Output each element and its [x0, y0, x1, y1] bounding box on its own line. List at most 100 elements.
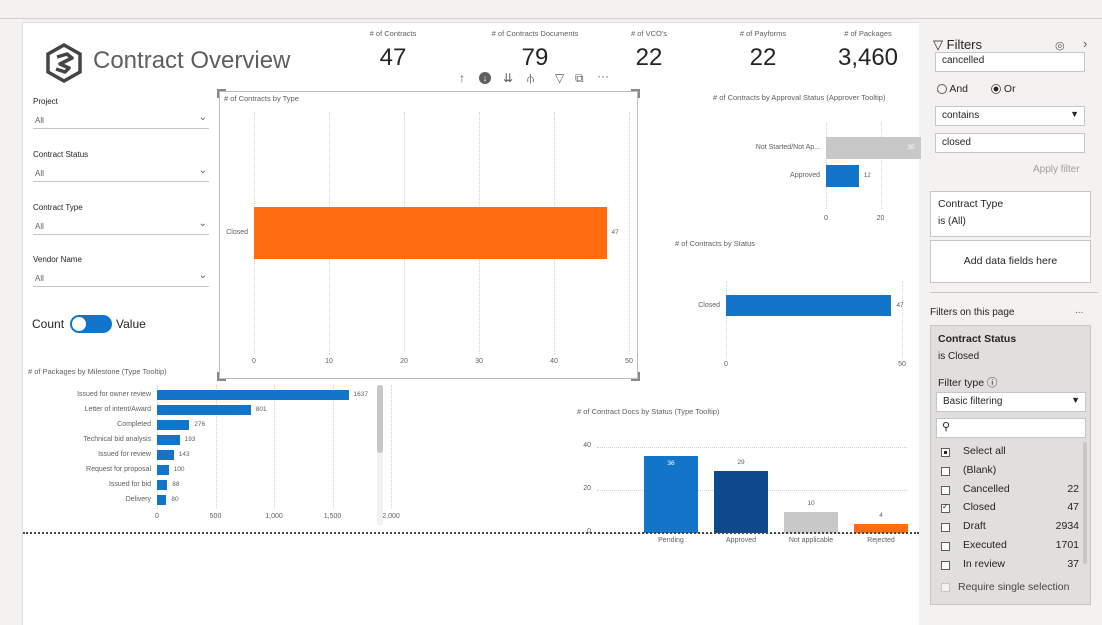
- card-documents-label: # of Contracts Documents: [491, 29, 579, 38]
- contract-type-filter-card[interactable]: Contract Type is (All): [930, 191, 1091, 237]
- filter-icon[interactable]: ▽: [555, 71, 564, 85]
- card-contracts-label: # of Contracts: [369, 29, 417, 38]
- filter-value-item[interactable]: Draft 2934: [941, 520, 1091, 536]
- filter-value-label: In review: [963, 557, 1006, 570]
- filter-value-item[interactable]: (Blank): [941, 464, 1091, 480]
- resize-handle[interactable]: [217, 89, 226, 98]
- resize-handle[interactable]: [217, 372, 226, 381]
- filter-value: closed: [942, 137, 971, 148]
- checkbox[interactable]: [941, 582, 950, 592]
- apply-filter-button[interactable]: Apply filter: [1033, 164, 1080, 175]
- slicer-status-dropdown[interactable]: All ⌄: [33, 165, 209, 182]
- filter-search-input[interactable]: ⚲: [936, 418, 1086, 438]
- filters-title: Filters: [946, 37, 983, 52]
- checkbox[interactable]: [941, 542, 950, 551]
- expand-down-icon[interactable]: ⇊: [503, 71, 513, 85]
- checkbox[interactable]: [941, 560, 950, 570]
- slicer-project-dropdown[interactable]: All ⌄: [33, 112, 209, 129]
- chart-docs-by-status[interactable]: 0 20 40 36 Pending 29 Approved 10 Not applicable…: [577, 421, 911, 544]
- data-label: 10: [807, 499, 815, 507]
- y-category-label: Issued for review: [98, 451, 151, 458]
- x-tick-label: 0: [724, 361, 728, 368]
- slicer-vendor-label: Vendor Name: [33, 255, 82, 264]
- chart-packages-by-milestone[interactable]: 0 500 1,000 1,500 2,000 Issued for owner revi…: [28, 385, 400, 525]
- card-vcos-label: # of VCO's: [630, 29, 668, 38]
- filter-value-item[interactable]: Select all: [941, 445, 1091, 461]
- card-contracts-value: 47: [379, 44, 407, 71]
- bar: [157, 450, 174, 460]
- chart-scrollbar[interactable]: [377, 385, 383, 525]
- drill-down-icon[interactable]: ↓: [479, 72, 491, 84]
- bar: [157, 495, 167, 505]
- require-single-selection[interactable]: Require single selection: [941, 581, 1069, 593]
- filter-value-item[interactable]: ✓ Closed 47: [941, 501, 1091, 517]
- focus-mode-icon[interactable]: ⧉: [575, 71, 584, 86]
- x-tick-label: 500: [209, 513, 222, 520]
- add-data-fields-dropzone[interactable]: Add data fields here: [930, 240, 1091, 283]
- or-radio[interactable]: Or: [991, 83, 1016, 95]
- report-canvas: Contract Overview # of Contracts 47 # of…: [22, 22, 939, 625]
- card-documents-value: 79: [521, 44, 549, 71]
- filter-type-select[interactable]: Basic filtering ▼: [936, 392, 1086, 412]
- data-label: 143: [178, 451, 190, 458]
- and-label: And: [949, 83, 969, 95]
- chart-approval-status[interactable]: 02040Not Started/Not Ap...35Approved12: [713, 123, 939, 233]
- gridline: [391, 385, 392, 509]
- filter-value-count: 1701: [1055, 539, 1079, 551]
- slicer-vendor-value: All: [35, 274, 44, 283]
- filter-value-item[interactable]: Cancelled 22: [941, 483, 1091, 499]
- dropdown-arrow-icon: ▼: [1071, 395, 1080, 405]
- slicer-project-label: Project: [33, 97, 58, 106]
- section-more-icon[interactable]: ...: [1075, 305, 1083, 316]
- data-label: 29: [737, 458, 745, 466]
- filter-value-item[interactable]: In review 37: [941, 558, 1091, 574]
- resize-handle[interactable]: [631, 89, 640, 98]
- resize-handle[interactable]: [631, 372, 640, 381]
- eye-icon[interactable]: ◎: [1055, 39, 1065, 52]
- filter-type-text: Filter type: [938, 377, 985, 389]
- hierarchy-icon[interactable]: ⫛: [527, 71, 534, 86]
- card-vcos-value: 22: [635, 44, 663, 71]
- x-tick-label: 10: [325, 358, 333, 365]
- data-label: 801: [255, 406, 267, 413]
- page-break-line: [23, 532, 919, 534]
- gridline: [157, 385, 158, 509]
- gridline: [629, 112, 630, 354]
- bar: [644, 455, 698, 533]
- slicer-project-value: All: [35, 116, 44, 125]
- more-options-icon[interactable]: ···: [597, 69, 609, 83]
- filter-value-input[interactable]: closed: [935, 133, 1085, 153]
- checkbox[interactable]: [941, 448, 950, 457]
- checkbox[interactable]: ✓: [941, 502, 950, 514]
- collapse-chevron-icon[interactable]: ›: [1083, 36, 1087, 51]
- checkbox[interactable]: [941, 485, 950, 495]
- x-tick-label: 1,000: [265, 513, 283, 520]
- contract-status-filter-card[interactable]: Contract Status is Closed Filter type ⓘ …: [930, 325, 1091, 605]
- chart-contracts-by-status[interactable]: 0 50 Closed 47: [673, 281, 906, 371]
- count-value-toggle[interactable]: [70, 315, 112, 333]
- add-fields-text: Add data fields here: [963, 255, 1058, 267]
- filters-header: ▽ Filters: [933, 37, 982, 53]
- check-icon: ✓: [942, 502, 949, 512]
- checkbox[interactable]: [941, 466, 950, 476]
- operator-select[interactable]: contains ▼: [935, 106, 1085, 126]
- filter-value-label: Cancelled: [963, 482, 1010, 495]
- filter-value-item[interactable]: Executed 1701: [941, 539, 1091, 555]
- arrow-up-icon[interactable]: ↑: [459, 71, 465, 85]
- chart-status-title: # of Contracts by Status: [675, 239, 756, 248]
- radio-circle-selected: [991, 84, 1001, 95]
- filter-search-input-top[interactable]: cancelled: [935, 52, 1085, 72]
- scrollbar-thumb[interactable]: [377, 385, 383, 453]
- contract-status-filter-state: is Closed: [938, 351, 980, 362]
- chart-contracts-by-type[interactable]: # of Contracts by Type 0 10 20 30 40 50 Closed…: [217, 89, 640, 381]
- info-icon[interactable]: ⓘ: [987, 377, 998, 389]
- filter-value-count: 37: [1067, 557, 1079, 570]
- slicer-type-dropdown[interactable]: All ⌄: [33, 218, 209, 235]
- gridline: [902, 281, 903, 359]
- and-radio[interactable]: And: [937, 83, 968, 95]
- filter-icon: ▽: [933, 37, 943, 52]
- checkbox[interactable]: [941, 523, 950, 533]
- x-category-label: Approved: [726, 537, 756, 544]
- y-category-label: Closed: [226, 229, 248, 236]
- slicer-vendor-dropdown[interactable]: All ⌄: [33, 270, 209, 287]
